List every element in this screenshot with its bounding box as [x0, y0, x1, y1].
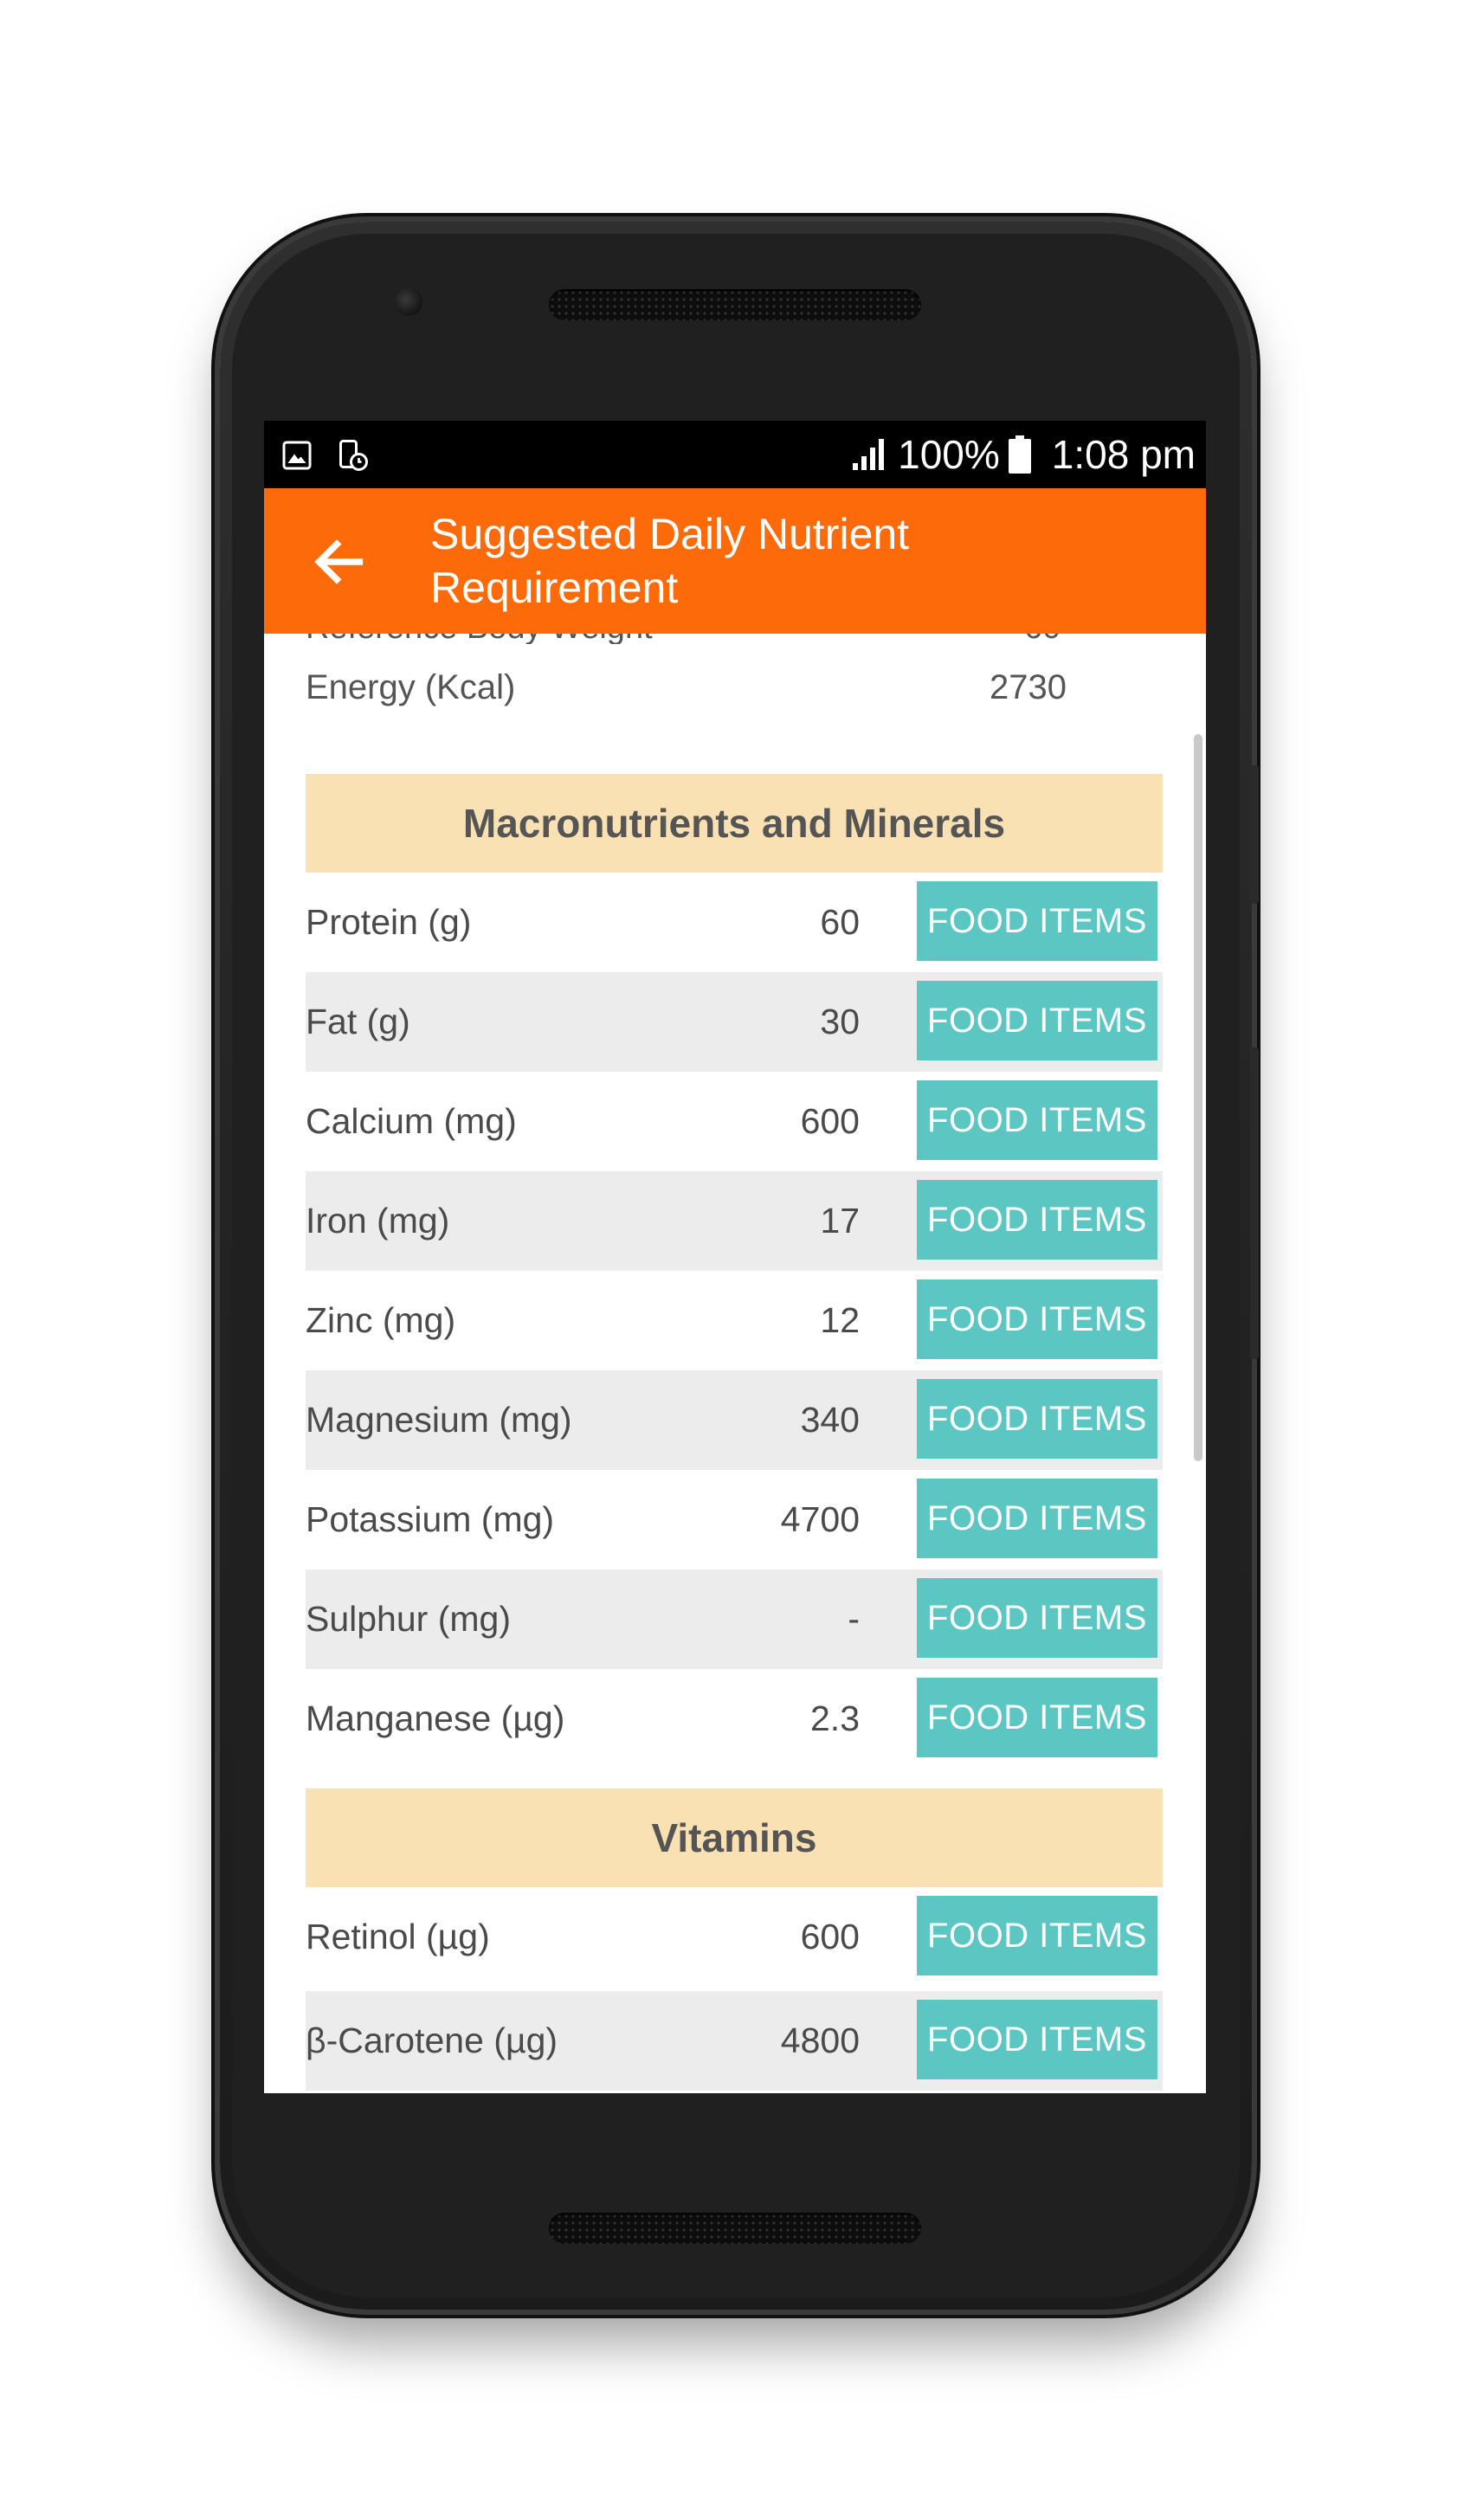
- nutrient-label: β-Carotene (µg): [306, 2021, 558, 2060]
- phone-screen: 100% 1:08 pm Suggested Daily Nutrient Re…: [264, 421, 1206, 2093]
- section-header-vitamins: Vitamins: [306, 1788, 1163, 1887]
- food-items-button[interactable]: FOOD ITEMS: [917, 1896, 1157, 1975]
- table-row: Retinol (µg) 600 FOOD ITEMS: [306, 1887, 1163, 1987]
- table-row: β-Carotene (µg) 4800 FOOD ITEMS: [306, 1991, 1163, 2091]
- clock: 1:08 pm: [1051, 432, 1196, 477]
- arrow-left-icon[interactable]: [309, 532, 370, 592]
- energy-label: Energy (Kcal): [306, 668, 516, 706]
- food-items-button[interactable]: FOOD ITEMS: [917, 1379, 1157, 1459]
- table-row: Sulphur (mg) - FOOD ITEMS: [306, 1569, 1163, 1669]
- phone-clock-icon: [339, 440, 368, 471]
- nutrient-label: Calcium (mg): [306, 1101, 517, 1141]
- signal-icon: [853, 439, 885, 470]
- scrollbar[interactable]: [1194, 734, 1202, 1461]
- power-button: [1250, 765, 1259, 904]
- bottom-speaker: [549, 2213, 921, 2244]
- table-row: Protein (g) 60 FOOD ITEMS: [306, 873, 1163, 972]
- nutrient-value: 340: [800, 1400, 860, 1440]
- table-row: Calcium (mg) 600 FOOD ITEMS: [306, 1072, 1163, 1171]
- nutrient-label: Retinol (µg): [306, 1917, 490, 1956]
- energy-value: 2730: [990, 668, 1067, 706]
- nutrient-value: -: [848, 1599, 860, 1639]
- food-items-button[interactable]: FOOD ITEMS: [917, 1180, 1157, 1260]
- nutrient-label: Manganese (µg): [306, 1698, 565, 1738]
- nutrient-label: Protein (g): [306, 902, 472, 942]
- table-row: Zinc (mg) 12 FOOD ITEMS: [306, 1271, 1163, 1370]
- food-items-button[interactable]: FOOD ITEMS: [917, 1479, 1157, 1558]
- table-row: Iron (mg) 17 FOOD ITEMS: [306, 1171, 1163, 1271]
- top-speaker: [549, 289, 921, 320]
- energy-row: Energy (Kcal) 2730: [306, 668, 1119, 755]
- table-row: Fat (g) 30 FOOD ITEMS: [306, 972, 1163, 1072]
- nutrient-label: Iron (mg): [306, 1201, 450, 1241]
- nutrient-label: Potassium (mg): [306, 1499, 555, 1539]
- nutrient-value: 60: [820, 902, 860, 942]
- nutrient-value: 4700: [780, 1499, 860, 1539]
- food-items-button[interactable]: FOOD ITEMS: [917, 1578, 1157, 1658]
- nutrient-value: 600: [800, 1917, 860, 1956]
- nutrient-value: 12: [820, 1300, 860, 1340]
- food-items-button[interactable]: FOOD ITEMS: [917, 1678, 1157, 1757]
- image-notification-icon: [282, 441, 312, 470]
- food-items-button[interactable]: FOOD ITEMS: [917, 1279, 1157, 1359]
- nutrient-value: 17: [820, 1201, 860, 1241]
- table-row: Magnesium (mg) 340 FOOD ITEMS: [306, 1370, 1163, 1470]
- food-items-button[interactable]: FOOD ITEMS: [917, 1080, 1157, 1160]
- section-header-macronutrients: Macronutrients and Minerals: [306, 774, 1163, 873]
- nutrient-value: 2.3: [810, 1698, 860, 1738]
- nutrient-list[interactable]: Reference Body Weight 60 Energy (Kcal) 2…: [264, 609, 1206, 2093]
- nutrient-label: Fat (g): [306, 1002, 410, 1041]
- nutrient-value: 4800: [780, 2021, 860, 2060]
- battery-icon: [1008, 435, 1031, 474]
- nutrient-label: Magnesium (mg): [306, 1400, 572, 1440]
- page-title-line2: Requirement: [430, 564, 679, 612]
- table-row: Potassium (mg) 4700 FOOD ITEMS: [306, 1470, 1163, 1569]
- app-bar: Suggested Daily Nutrient Requirement: [264, 488, 1206, 634]
- page-title-line1: Suggested Daily Nutrient: [430, 510, 910, 558]
- status-bar: 100% 1:08 pm: [264, 421, 1206, 488]
- food-items-button[interactable]: FOOD ITEMS: [917, 981, 1157, 1060]
- nutrient-label: Sulphur (mg): [306, 1599, 511, 1639]
- battery-percent: 100%: [898, 432, 1000, 477]
- nutrient-value: 30: [820, 1002, 860, 1041]
- nutrient-value: 600: [800, 1101, 860, 1141]
- table-row: Manganese (µg) 2.3 FOOD ITEMS: [306, 1669, 1163, 1769]
- front-camera: [395, 288, 422, 316]
- food-items-button[interactable]: FOOD ITEMS: [917, 2000, 1157, 2079]
- food-items-button[interactable]: FOOD ITEMS: [917, 881, 1157, 961]
- nutrient-label: Zinc (mg): [306, 1300, 456, 1340]
- volume-button: [1250, 1047, 1259, 1359]
- page-title: Suggested Daily Nutrient Requirement: [430, 507, 1140, 615]
